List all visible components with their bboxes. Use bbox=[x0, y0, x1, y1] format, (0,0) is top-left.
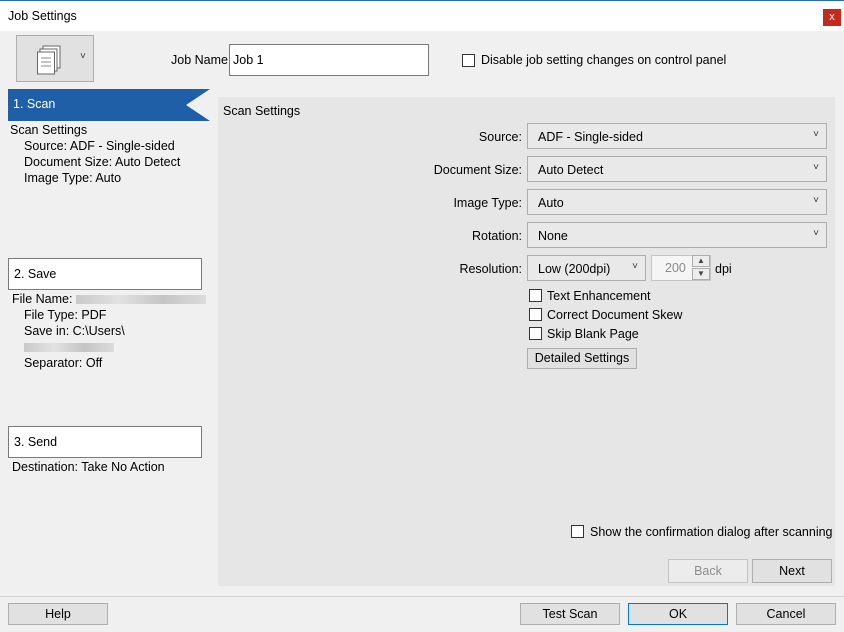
document-size-dropdown[interactable]: Auto Detect ˅ bbox=[527, 156, 827, 182]
scan-settings-panel: Scan Settings Source: ADF - Single-sided… bbox=[218, 97, 835, 586]
scan-summary-source: Source: ADF - Single-sided bbox=[24, 139, 175, 153]
confirmation-dialog-checkbox[interactable] bbox=[571, 525, 584, 538]
window-title: Job Settings bbox=[8, 9, 77, 23]
source-label: Source: bbox=[478, 130, 522, 144]
image-type-dropdown[interactable]: Auto ˅ bbox=[527, 189, 827, 215]
chevron-down-icon: ˅ bbox=[813, 195, 819, 206]
document-size-label: Document Size: bbox=[433, 163, 522, 177]
rotation-value: None bbox=[538, 229, 568, 243]
save-separator: Separator: Off bbox=[24, 356, 103, 370]
chevron-down-icon: ˅ bbox=[813, 228, 819, 239]
ok-button[interactable]: OK bbox=[628, 603, 728, 625]
step-save[interactable]: 2. Save bbox=[8, 258, 202, 290]
text-enhancement-checkbox[interactable] bbox=[529, 289, 542, 302]
step-navigation: 1. Scan Scan Settings Source: ADF - Sing… bbox=[0, 89, 210, 594]
text-enhancement-label: Text Enhancement bbox=[547, 289, 651, 303]
footer-divider bbox=[0, 596, 844, 597]
image-type-value: Auto bbox=[538, 196, 564, 210]
active-step-arrow bbox=[186, 89, 210, 121]
scan-summary-image-type: Image Type: Auto bbox=[24, 171, 122, 185]
source-dropdown[interactable]: ADF - Single-sided ˅ bbox=[527, 123, 827, 149]
resolution-dropdown[interactable]: Low (200dpi) ˅ bbox=[527, 255, 646, 281]
save-file-name-label: File Name: bbox=[12, 292, 73, 306]
detailed-settings-button[interactable]: Detailed Settings bbox=[527, 348, 637, 369]
cancel-button[interactable]: Cancel bbox=[736, 603, 836, 625]
step-scan[interactable]: 1. Scan bbox=[8, 89, 186, 121]
rotation-dropdown[interactable]: None ˅ bbox=[527, 222, 827, 248]
job-name-label: Job Name bbox=[171, 53, 228, 67]
resolution-unit: dpi bbox=[715, 262, 732, 276]
job-name-input[interactable] bbox=[229, 44, 429, 76]
disable-changes-label: Disable job setting changes on control p… bbox=[481, 53, 727, 67]
resolution-label: Resolution: bbox=[459, 262, 522, 276]
scan-summary: Scan Settings Source: ADF - Single-sided… bbox=[10, 122, 180, 186]
job-icon-selector[interactable]: ˅ bbox=[16, 35, 94, 82]
correct-skew-label: Correct Document Skew bbox=[547, 308, 683, 322]
save-location: Save in: C:\Users\ bbox=[24, 324, 125, 338]
redacted-path bbox=[24, 343, 114, 353]
test-scan-button[interactable]: Test Scan bbox=[520, 603, 620, 625]
step-save-label: 2. Save bbox=[14, 267, 57, 281]
step-send[interactable]: 3. Send bbox=[8, 426, 202, 458]
close-button[interactable]: x bbox=[823, 9, 841, 26]
next-button[interactable]: Next bbox=[752, 559, 832, 583]
send-destination: Destination: Take No Action bbox=[12, 460, 165, 474]
skip-blank-page-label: Skip Blank Page bbox=[547, 327, 639, 341]
chevron-down-icon: ˅ bbox=[813, 129, 819, 140]
confirmation-dialog-label: Show the confirmation dialog after scann… bbox=[590, 525, 833, 539]
step-send-label: 3. Send bbox=[14, 435, 58, 449]
save-summary: File Name: File Type: PDF Save in: C:\Us… bbox=[12, 291, 210, 371]
scan-summary-title: Scan Settings bbox=[10, 123, 88, 137]
spin-down-button[interactable]: ▼ bbox=[692, 268, 710, 280]
save-file-type: File Type: PDF bbox=[24, 308, 107, 322]
chevron-down-icon: ˅ bbox=[80, 51, 86, 62]
skip-blank-page-checkbox[interactable] bbox=[529, 327, 542, 340]
correct-skew-checkbox[interactable] bbox=[529, 308, 542, 321]
job-header: ˅ Job Name Disable job setting changes o… bbox=[0, 31, 844, 89]
rotation-label: Rotation: bbox=[471, 229, 522, 243]
document-size-value: Auto Detect bbox=[538, 163, 604, 177]
panel-heading: Scan Settings bbox=[223, 104, 301, 118]
redacted-file-name bbox=[75, 295, 206, 305]
custom-resolution-value: 200 bbox=[665, 261, 686, 275]
help-button[interactable]: Help bbox=[8, 603, 108, 625]
scan-summary-size: Document Size: Auto Detect bbox=[24, 155, 181, 169]
title-bar: Job Settings x bbox=[0, 0, 844, 31]
document-stack-icon bbox=[37, 45, 61, 75]
spin-up-button[interactable]: ▲ bbox=[692, 255, 710, 267]
resolution-value: Low (200dpi) bbox=[538, 262, 611, 276]
image-type-label: Image Type: bbox=[453, 196, 522, 210]
step-scan-label: 1. Scan bbox=[13, 97, 56, 111]
disable-changes-checkbox[interactable] bbox=[462, 54, 475, 67]
source-value: ADF - Single-sided bbox=[538, 130, 643, 144]
chevron-down-icon: ˅ bbox=[632, 261, 638, 272]
chevron-down-icon: ˅ bbox=[813, 162, 819, 173]
back-button[interactable]: Back bbox=[668, 559, 748, 583]
